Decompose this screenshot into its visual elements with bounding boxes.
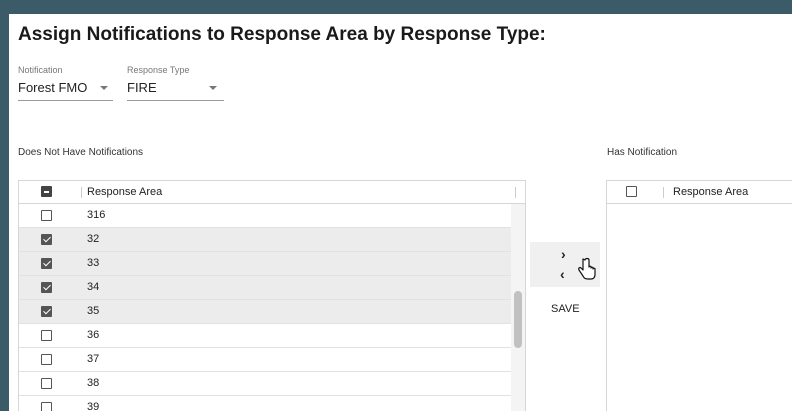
caret-down-icon xyxy=(100,86,108,90)
table-row[interactable]: 34 xyxy=(19,276,525,300)
hand-pointer-icon xyxy=(577,257,597,286)
scrollbar-thumb[interactable] xyxy=(514,291,522,348)
column-divider xyxy=(663,187,664,198)
table-row[interactable]: 35 xyxy=(19,300,525,324)
row-checkbox[interactable] xyxy=(41,354,52,365)
row-checkbox[interactable] xyxy=(41,402,52,411)
response-area-value: 32 xyxy=(87,233,100,245)
page-title: Assign Notifications to Response Area by… xyxy=(18,24,546,45)
row-checkbox[interactable] xyxy=(41,234,52,245)
response-area-column-header[interactable]: Response Area xyxy=(673,186,748,198)
row-checkbox[interactable] xyxy=(41,306,52,317)
row-checkbox[interactable] xyxy=(41,258,52,269)
notification-label: Notification xyxy=(18,65,63,75)
table-row[interactable]: 36 xyxy=(19,324,525,348)
save-button[interactable]: SAVE xyxy=(551,303,580,315)
does-not-have-notifications-label: Does Not Have Notifications xyxy=(18,147,144,158)
row-checkbox[interactable] xyxy=(41,378,52,389)
row-checkbox[interactable] xyxy=(41,330,52,341)
does-not-have-notifications-grid: Response Area 316 32 33 34 35 36 37 38 39 xyxy=(18,180,526,411)
response-area-value: 36 xyxy=(87,329,100,341)
response-type-label: Response Type xyxy=(127,65,190,75)
has-notification-label: Has Notification xyxy=(607,147,678,158)
response-area-value: 316 xyxy=(87,209,106,221)
notification-value: Forest FMO xyxy=(18,80,88,95)
column-divider xyxy=(81,187,82,198)
response-area-value: 37 xyxy=(87,353,100,365)
response-type-value: FIRE xyxy=(127,80,157,95)
select-all-checkbox[interactable] xyxy=(626,186,637,197)
table-row[interactable]: 38 xyxy=(19,372,525,396)
move-right-button[interactable]: › xyxy=(561,247,566,261)
notification-select[interactable]: Forest FMO xyxy=(18,80,113,101)
assign-notifications-panel: Assign Notifications to Response Area by… xyxy=(9,14,792,411)
table-row[interactable]: 32 xyxy=(19,228,525,252)
scrollbar[interactable] xyxy=(511,204,525,411)
row-checkbox[interactable] xyxy=(41,282,52,293)
table-row[interactable]: 37 xyxy=(19,348,525,372)
response-area-value: 33 xyxy=(87,257,100,269)
response-area-value: 35 xyxy=(87,305,100,317)
caret-down-icon xyxy=(209,86,217,90)
response-area-value: 34 xyxy=(87,281,100,293)
column-divider xyxy=(515,187,516,198)
has-notification-grid: Response Area xyxy=(606,180,792,411)
response-type-field[interactable]: Response Type FIRE xyxy=(127,65,224,101)
row-checkbox[interactable] xyxy=(41,210,52,221)
response-area-column-header[interactable]: Response Area xyxy=(87,186,162,198)
table-row[interactable]: 316 xyxy=(19,204,525,228)
notification-field[interactable]: Notification Forest FMO xyxy=(18,65,113,101)
table-row[interactable]: 33 xyxy=(19,252,525,276)
grid-header: Response Area xyxy=(19,181,525,204)
move-left-button[interactable]: ‹ xyxy=(560,267,565,281)
table-row[interactable]: 39 xyxy=(19,396,525,411)
response-type-select[interactable]: FIRE xyxy=(127,80,224,101)
response-area-value: 38 xyxy=(87,377,100,389)
grid-header: Response Area xyxy=(607,181,792,204)
response-area-list: 316 32 33 34 35 36 37 38 39 xyxy=(19,204,525,411)
response-area-value: 39 xyxy=(87,401,100,411)
select-all-checkbox[interactable] xyxy=(41,186,52,197)
